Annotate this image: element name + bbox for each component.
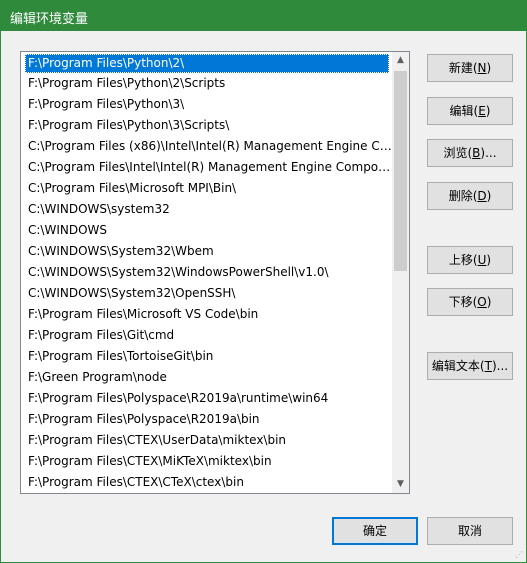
list-item[interactable]: F:\Program Files\Microsoft VS Code\bin [21,304,393,325]
list-item[interactable]: C:\WINDOWS [21,220,393,241]
browse-button[interactable]: 浏览(B)... [427,139,513,167]
scroll-up-arrow-icon[interactable]: ▲ [392,52,409,69]
list-item[interactable]: F:\Program Files\Python\2\Scripts [21,73,393,94]
title-bar[interactable]: 编辑环境变量 [1,1,526,31]
list-item[interactable]: F:\Program Files\CTEX\CTeX\ctex\bin [21,472,393,493]
list-item[interactable]: F:\Program Files\CTEX\UserData\miktex\bi… [21,430,393,451]
list-item[interactable]: C:\WINDOWS\System32\Wbem [21,241,393,262]
new-button[interactable]: 新建(N) [427,54,513,82]
path-list[interactable]: F:\Program Files\Python\2\ F:\Program Fil… [20,51,410,494]
path-list-rows: F:\Program Files\Python\2\ F:\Program Fil… [21,52,393,493]
vertical-scrollbar[interactable]: ▲ ▼ [392,52,409,493]
ok-button[interactable]: 确定 [332,517,418,545]
list-item[interactable]: C:\WINDOWS\System32\WindowsPowerShell\v1… [21,262,393,283]
scroll-thumb[interactable] [394,71,407,271]
list-item[interactable]: F:\Program Files\Python\3\ [21,94,393,115]
list-item[interactable]: F:\Program Files\Polyspace\R2019a\runtim… [21,388,393,409]
dialog-title: 编辑环境变量 [10,12,89,27]
delete-button[interactable]: 删除(D) [427,182,513,210]
move-up-button[interactable]: 上移(U) [427,246,513,274]
list-item[interactable]: F:\Program Files\Polyspace\R2019a\bin [21,409,393,430]
list-item[interactable]: F:\Program Files\CTEX\MiKTeX\miktex\bin [21,451,393,472]
list-item[interactable]: C:\WINDOWS\System32\OpenSSH\ [21,283,393,304]
edit-text-button[interactable]: 编辑文本(T)... [427,352,513,380]
list-item[interactable]: F:\Green Program\node [21,367,393,388]
edit-button[interactable]: 编辑(E) [427,97,513,125]
list-item[interactable]: C:\WINDOWS\system32 [21,199,393,220]
scroll-down-arrow-icon[interactable]: ▼ [392,476,409,493]
list-item[interactable]: C:\Program Files\Intel\Intel(R) Manageme… [21,157,393,178]
list-item[interactable]: F:\Program Files\Git\cmd [21,325,393,346]
cancel-button[interactable]: 取消 [427,517,513,545]
resize-grip-icon[interactable]: ⋰ [515,550,523,559]
move-down-button[interactable]: 下移(O) [427,288,513,316]
list-item[interactable]: C:\Program Files (x86)\Intel\Intel(R) Ma… [21,136,393,157]
list-item[interactable]: F:\Program Files\Python\2\ [25,54,389,73]
edit-env-variable-dialog: 编辑环境变量 F:\Program Files\Python\2\ F:\Prog… [0,0,527,563]
list-item[interactable]: F:\Program Files\TortoiseGit\bin [21,346,393,367]
list-item[interactable]: C:\Program Files\Microsoft MPI\Bin\ [21,178,393,199]
list-item[interactable]: F:\Program Files\Python\3\Scripts\ [21,115,393,136]
